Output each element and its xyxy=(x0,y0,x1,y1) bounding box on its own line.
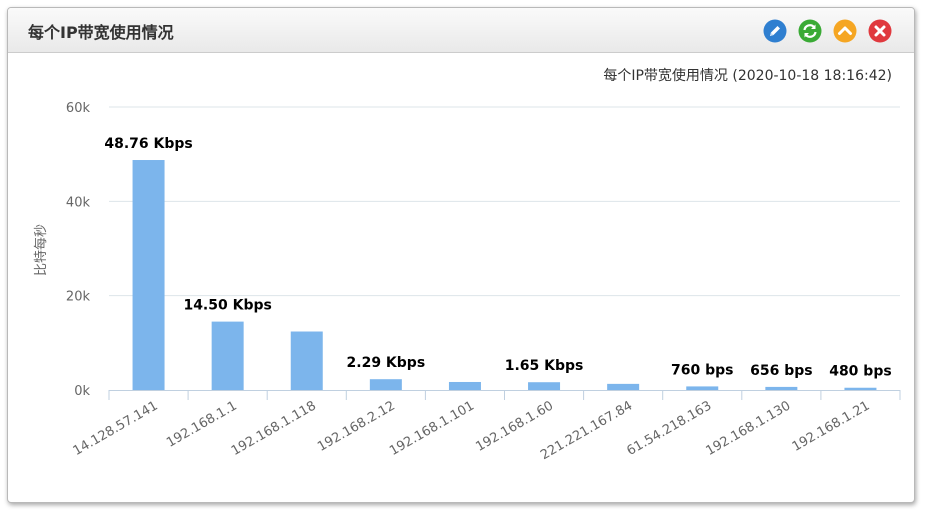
bar[interactable] xyxy=(686,386,719,390)
bar[interactable] xyxy=(290,331,323,390)
data-label: 48.76 Kbps xyxy=(104,136,192,152)
bars xyxy=(132,160,877,390)
chart-area: 每个IP带宽使用情况 (2020-10-18 18:16:42) 比特每秒 0k… xyxy=(8,53,914,502)
bar[interactable] xyxy=(369,379,402,390)
x-tick-label: 192.168.2.12 xyxy=(315,398,398,454)
collapse-button[interactable] xyxy=(833,19,857,43)
refresh-icon xyxy=(798,19,822,43)
data-label: 656 bps xyxy=(750,363,812,379)
refresh-button[interactable] xyxy=(798,19,822,43)
bar[interactable] xyxy=(607,383,640,390)
y-tick-label: 0k xyxy=(74,384,90,399)
x-tick-label: 192.168.1.101 xyxy=(387,398,477,459)
bar[interactable] xyxy=(528,382,561,390)
y-tick-label: 40k xyxy=(66,195,91,210)
x-tick-label: 14.128.57.141 xyxy=(71,398,161,459)
bandwidth-panel: 每个IP带宽使用情况 每个IP带宽使用情况 (2020-10-18 18:16:… xyxy=(7,7,915,503)
data-label: 760 bps xyxy=(671,362,733,378)
edit-button[interactable] xyxy=(763,19,787,43)
bar[interactable] xyxy=(132,160,165,390)
close-button[interactable] xyxy=(868,19,892,43)
bar[interactable] xyxy=(211,321,244,390)
x-tick-label: 192.168.1.118 xyxy=(229,398,319,459)
y-axis-label: 比特每秒 xyxy=(33,224,49,276)
y-axis-ticks: 0k 20k 40k 60k xyxy=(66,101,91,399)
bar[interactable] xyxy=(844,387,877,390)
x-tick-label: 192.168.1.21 xyxy=(790,398,873,454)
data-label: 2.29 Kbps xyxy=(347,355,426,371)
data-label: 1.65 Kbps xyxy=(505,358,584,374)
data-label: 14.50 Kbps xyxy=(183,298,271,314)
bar[interactable] xyxy=(448,381,481,390)
x-tick-label: 192.168.1.1 xyxy=(164,398,240,450)
x-axis: 14.128.57.141 192.168.1.1192.168.1.118192… xyxy=(71,390,901,463)
grid-lines xyxy=(109,106,900,297)
x-tick-label: 61.54.218.163 xyxy=(624,398,714,459)
y-tick-label: 60k xyxy=(66,101,91,116)
y-tick-label: 20k xyxy=(66,290,91,305)
x-tick-label: 192.168.1.130 xyxy=(703,398,793,459)
chevron-up-icon xyxy=(833,19,857,43)
pencil-icon xyxy=(763,19,787,43)
close-icon xyxy=(868,19,892,43)
chart-title: 每个IP带宽使用情况 (2020-10-18 18:16:42) xyxy=(603,67,892,84)
bar[interactable] xyxy=(765,386,798,390)
data-label: 480 bps xyxy=(829,364,891,380)
panel-header: 每个IP带宽使用情况 xyxy=(8,8,914,53)
bar-chart: 每个IP带宽使用情况 (2020-10-18 18:16:42) 比特每秒 0k… xyxy=(33,67,901,463)
panel-title: 每个IP带宽使用情况 xyxy=(28,23,174,42)
